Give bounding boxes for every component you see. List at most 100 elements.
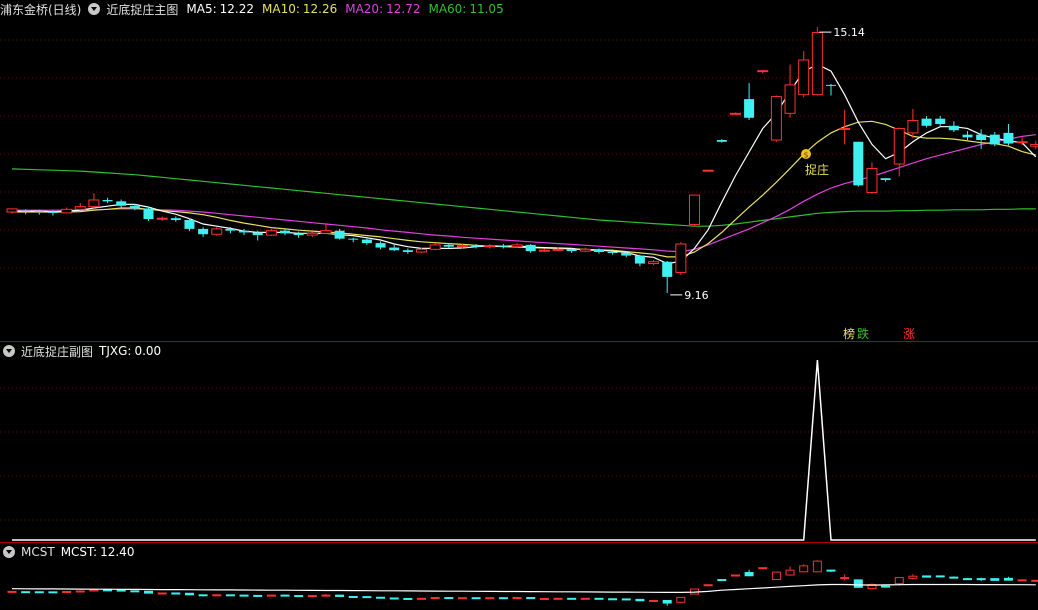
mini-candle-body — [417, 597, 426, 600]
mini-candle — [908, 574, 918, 580]
mini-candle — [471, 597, 481, 600]
candle — [375, 241, 386, 250]
ma5-line — [12, 63, 1037, 265]
candle-body — [471, 245, 482, 247]
tag-die: 跌 — [857, 326, 869, 341]
money-bag-icon: $ — [801, 149, 811, 160]
mini-candle-body — [116, 589, 126, 592]
mini-candle-body — [799, 565, 809, 573]
candle — [880, 178, 891, 182]
candle-body — [184, 220, 195, 229]
mini-candle-body — [321, 594, 331, 597]
mini-candle-body — [894, 577, 904, 585]
mini-candle — [580, 597, 590, 600]
candle — [648, 260, 660, 266]
candle — [498, 244, 509, 249]
candle — [306, 231, 318, 237]
mini-candle — [321, 594, 331, 597]
candle-body — [306, 232, 318, 236]
mini-candle-body — [512, 597, 522, 600]
mini-candle — [676, 596, 686, 603]
candle — [757, 69, 769, 74]
candle-body — [675, 243, 687, 273]
candle-body — [962, 134, 973, 138]
mini-candle-body — [703, 584, 713, 587]
mini-candle-body — [826, 569, 836, 572]
mini-candle-body — [280, 594, 290, 597]
mini-candle-body — [949, 576, 959, 579]
mini-candle — [840, 574, 850, 581]
mini-candle — [171, 592, 181, 595]
candle — [935, 116, 946, 127]
mini-candle — [881, 585, 891, 588]
candle — [361, 238, 372, 245]
candle — [962, 131, 973, 140]
candle — [1016, 137, 1028, 146]
candle-body — [907, 119, 919, 134]
mini-candle-body — [307, 595, 317, 598]
candle-body — [47, 211, 58, 213]
candle — [74, 203, 86, 211]
mini-candle-body — [294, 595, 304, 598]
mini-candle-body — [990, 578, 1000, 581]
mini-candle — [990, 578, 1000, 581]
candle-body — [456, 245, 468, 248]
candle — [907, 108, 919, 139]
mini-candle — [239, 594, 249, 597]
mini-candle-body — [48, 591, 58, 594]
candle-body — [552, 248, 564, 251]
mini-candle-body — [908, 575, 918, 579]
mini-candle — [1003, 576, 1013, 581]
candle-body — [770, 95, 782, 141]
candle-body — [744, 99, 755, 118]
mini-candle — [225, 594, 235, 597]
mini-candle — [1017, 579, 1027, 582]
candle-body — [252, 232, 263, 236]
mini-candle — [853, 579, 863, 588]
mini-candle — [62, 590, 72, 593]
mini-candle — [335, 594, 345, 597]
candle — [156, 216, 168, 221]
mini-candle — [280, 594, 290, 597]
mini-candle — [417, 597, 426, 600]
mini-candle-body — [662, 599, 672, 604]
mini-candle-body — [171, 592, 181, 595]
candle — [184, 218, 195, 232]
mini-candle — [253, 594, 263, 597]
mini-candle — [703, 584, 713, 587]
mini-candle-body — [7, 590, 17, 593]
mini-candle — [130, 590, 140, 593]
tag-zhang: 涨 — [903, 326, 915, 341]
candle-body — [484, 245, 496, 248]
candle-body — [839, 127, 851, 130]
mini-candle — [266, 594, 276, 597]
mini-candle-body — [198, 594, 208, 597]
candle — [320, 224, 332, 235]
mini-candle — [771, 571, 781, 581]
candle — [689, 194, 700, 227]
sub-chart[interactable] — [0, 342, 1038, 542]
mcst-chart[interactable] — [0, 543, 1038, 610]
mini-candle — [116, 589, 126, 592]
candle-body — [443, 244, 454, 247]
mini-candle — [498, 597, 508, 600]
mini-candle — [348, 595, 358, 598]
mini-candle-body — [1031, 579, 1038, 582]
candle — [211, 227, 223, 236]
main-chart[interactable]: 15.14 9.16 $ 捉庄 榜 跌 涨 — [0, 0, 1038, 342]
candle-body — [239, 230, 250, 233]
mini-candle-body — [89, 589, 99, 592]
candle-body — [866, 167, 878, 193]
mini-candle — [376, 596, 386, 599]
mini-candle — [75, 590, 85, 593]
mini-candle-body — [103, 589, 113, 592]
candle-body — [621, 252, 632, 256]
mini-candle-body — [471, 597, 481, 600]
candle-body — [935, 118, 946, 124]
candle — [853, 141, 864, 187]
mini-candle — [212, 594, 222, 597]
candle — [102, 197, 113, 204]
mini-candle-body — [649, 599, 659, 602]
candle — [265, 228, 277, 236]
candle — [61, 207, 73, 214]
